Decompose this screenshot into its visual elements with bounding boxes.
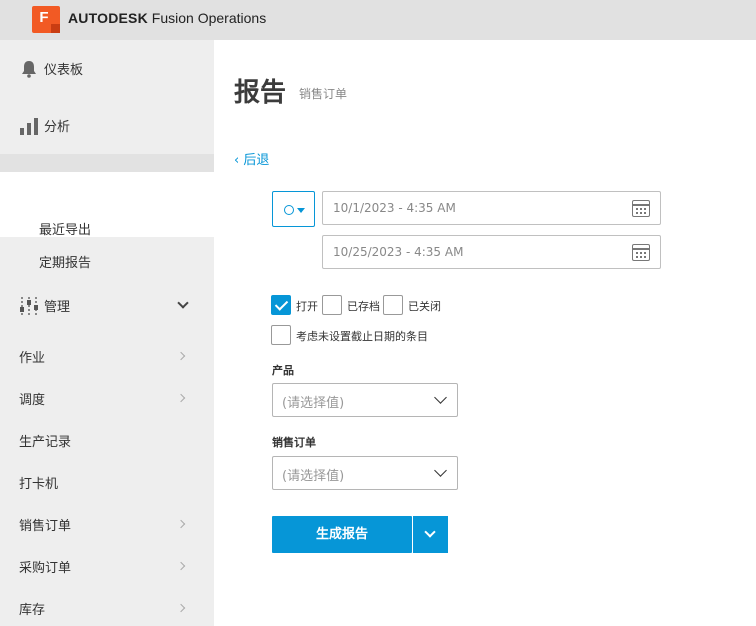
- status-closed-checkbox[interactable]: [383, 295, 403, 315]
- sidebar-item-sales-orders[interactable]: 销售订单: [19, 515, 71, 534]
- page-subtitle: 销售订单: [299, 87, 348, 101]
- sidebar-item-purchase-orders[interactable]: 采购订单: [19, 557, 71, 576]
- logo-letter: F: [39, 9, 49, 26]
- sales-order-placeholder: (请选择值): [282, 469, 345, 484]
- chevron-left-icon: ‹: [234, 153, 244, 168]
- bar-chart-icon: [20, 117, 38, 135]
- sidebar-item-label: 管理: [44, 300, 71, 315]
- brand-name: AUTODESK Fusion Operations: [68, 10, 266, 26]
- calendar-icon[interactable]: [632, 200, 650, 217]
- top-bar: F AUTODESK Fusion Operations: [0, 0, 756, 40]
- status-archived-label: 已存档: [347, 300, 380, 313]
- sidebar-subitem-recent-exports[interactable]: 最近导出: [39, 219, 91, 238]
- back-link[interactable]: ‹ 后退: [234, 149, 269, 168]
- date-to-value: 10/25/2023 - 4:35 AM: [333, 245, 464, 259]
- sidebar-item-manage[interactable]: 管理: [0, 277, 214, 334]
- sidebar-item-scheduling[interactable]: 调度: [19, 389, 45, 408]
- sidebar-item-jobs[interactable]: 作业: [19, 347, 45, 366]
- date-from-field[interactable]: 10/1/2023 - 4:35 AM: [322, 191, 661, 225]
- include-no-deadline-label: 考虑未设置截止日期的条目: [296, 330, 428, 343]
- app-window: F AUTODESK Fusion Operations 仪表板 分析 最近导出…: [0, 0, 756, 626]
- date-range-mode-button[interactable]: [272, 191, 315, 227]
- sliders-icon: [20, 296, 38, 315]
- product-label: 产品: [272, 364, 294, 377]
- sidebar-item-analysis[interactable]: 分析: [0, 97, 214, 154]
- bell-icon: [22, 60, 36, 78]
- status-closed-label: 已关闭: [408, 300, 441, 313]
- sales-order-select[interactable]: (请选择值): [272, 456, 458, 490]
- generate-report-options-button[interactable]: [413, 516, 448, 553]
- sales-order-label: 销售订单: [272, 436, 316, 449]
- generate-report-button[interactable]: 生成报告: [272, 516, 412, 553]
- calendar-icon[interactable]: [632, 244, 650, 261]
- product-select[interactable]: (请选择值): [272, 383, 458, 417]
- include-no-deadline-checkbox[interactable]: [271, 325, 291, 345]
- date-from-value: 10/1/2023 - 4:35 AM: [333, 201, 456, 215]
- sidebar-item-time-clock[interactable]: 打卡机: [19, 473, 58, 492]
- chevron-down-icon: [434, 464, 447, 477]
- sidebar-subitem-scheduled-reports[interactable]: 定期报告: [39, 252, 91, 271]
- brand-product: Fusion Operations: [151, 10, 267, 26]
- status-open-checkbox[interactable]: [271, 295, 291, 315]
- reports-submenu: [0, 172, 214, 237]
- chevron-down-icon: [424, 526, 436, 538]
- status-archived-checkbox[interactable]: [322, 295, 342, 315]
- caret-down-icon: [297, 208, 305, 213]
- clock-icon: [284, 205, 294, 215]
- brand-company: AUTODESK: [68, 10, 148, 26]
- status-open-label: 打开: [296, 300, 318, 313]
- sidebar-item-production-records[interactable]: 生产记录: [19, 431, 71, 450]
- back-label: 后退: [243, 153, 270, 168]
- fusion-logo-icon[interactable]: F: [32, 6, 60, 33]
- page-title: 报告: [234, 78, 287, 108]
- sidebar-item-dashboard[interactable]: 仪表板: [0, 40, 214, 97]
- chevron-down-icon: [434, 391, 447, 404]
- chevron-down-icon[interactable]: [177, 297, 189, 309]
- date-to-field[interactable]: 10/25/2023 - 4:35 AM: [322, 235, 661, 269]
- sidebar-item-inventory[interactable]: 库存: [19, 599, 45, 618]
- product-placeholder: (请选择值): [282, 396, 345, 411]
- sidebar-item-label: 分析: [44, 120, 71, 135]
- sidebar-item-label: 仪表板: [44, 63, 84, 78]
